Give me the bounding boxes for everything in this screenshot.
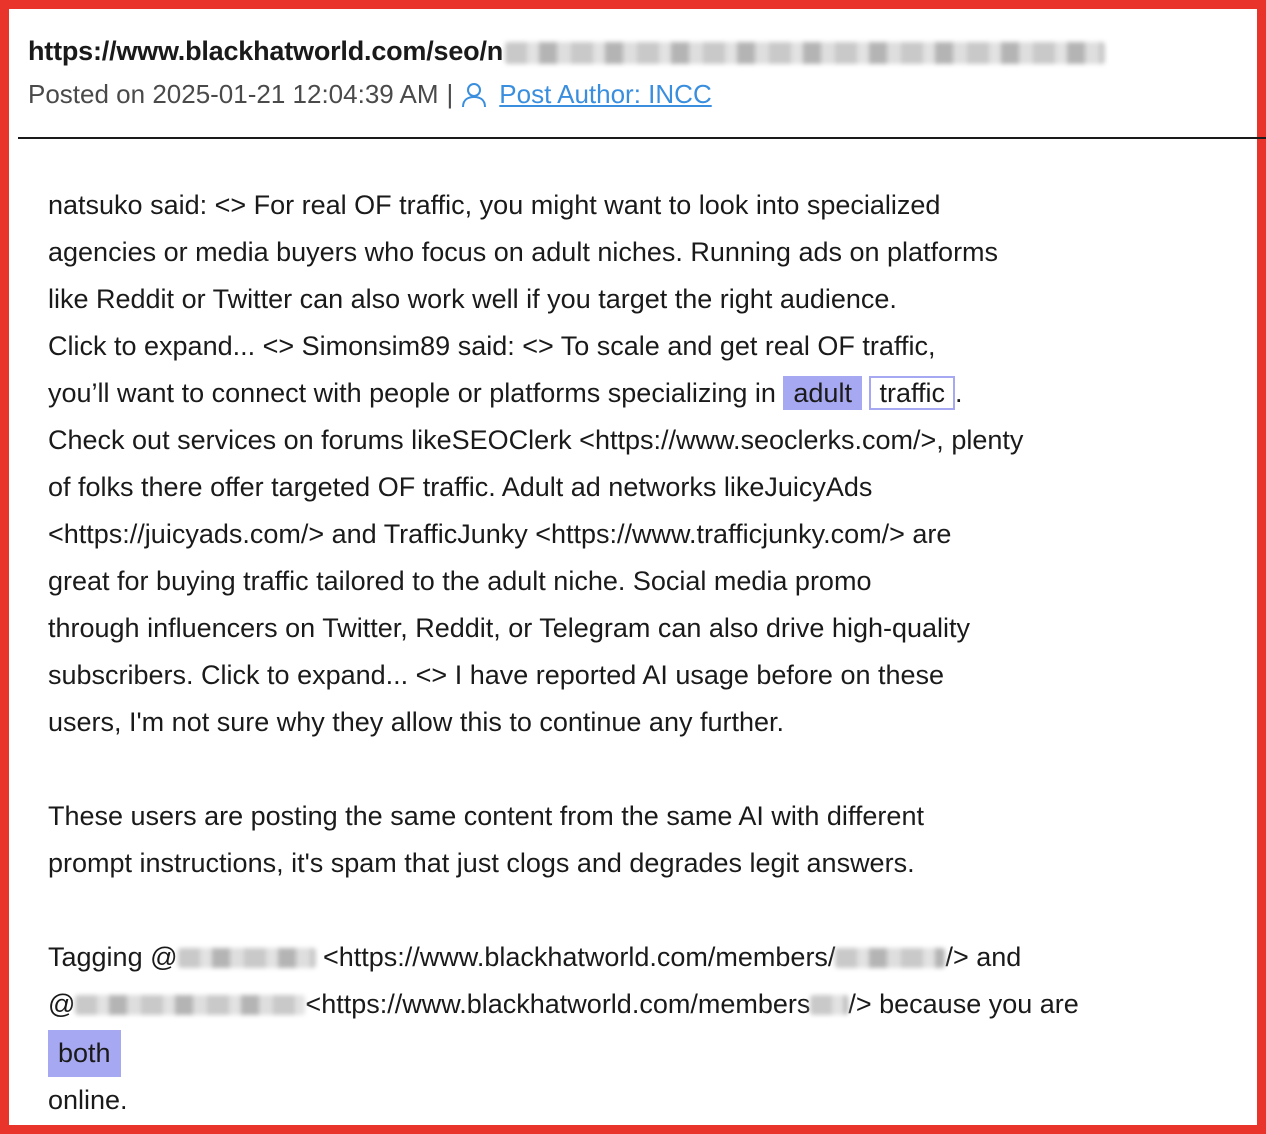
post-line: <https://juicyads.com/> and TrafficJunky… <box>48 519 952 549</box>
post-line: online. <box>48 1085 128 1115</box>
post-line: prompt instructions, it's spam that just… <box>48 848 915 878</box>
meta-separator: | <box>446 79 454 109</box>
post-line: both <box>48 1028 1228 1077</box>
post-line-text: /> because you are <box>848 989 1079 1019</box>
post-line: @ <https://www.blackhatworld.com/members /… <box>48 981 1228 1028</box>
post-line: users, I'm not sure why they allow this … <box>48 707 785 737</box>
post-line: great for buying traffic tailored to the… <box>48 566 872 596</box>
post-line: These users are posting the same content… <box>48 801 924 831</box>
post-line: like Reddit or Twitter can also work wel… <box>48 284 897 314</box>
post-line: natsuko said: <> For real OF traffic, yo… <box>48 190 941 220</box>
redacted-username-blur <box>177 948 316 968</box>
redacted-username-blur <box>75 995 306 1015</box>
user-icon <box>461 82 487 108</box>
post-url[interactable]: https://www.blackhatworld.com/seo/n <box>28 36 1106 67</box>
highlight-both: both <box>48 1030 121 1077</box>
post-line-text: @ <box>48 989 76 1019</box>
redacted-member-id-blur <box>835 948 946 968</box>
post-line-text: . <box>955 378 963 408</box>
post-line-text: <https://www.blackhatworld.com/members/ <box>315 942 836 972</box>
post-body: natsuko said: <> For real OF traffic, yo… <box>48 182 1228 1124</box>
post-line: through influencers on Twitter, Reddit, … <box>48 613 971 643</box>
post-line: agencies or media buyers who focus on ad… <box>48 237 999 267</box>
post-line: you’ll want to connect with people or pl… <box>48 370 1228 417</box>
highlight-traffic: traffic <box>869 376 955 410</box>
highlight-adult: adult <box>783 376 862 410</box>
post-url-text[interactable]: https://www.blackhatworld.com/seo/n <box>28 36 503 67</box>
post-line-text: <https://www.blackhatworld.com/members <box>305 989 811 1019</box>
post-line-text: you’ll want to connect with people or pl… <box>48 378 784 408</box>
post-line-text: Tagging @ <box>48 942 178 972</box>
redacted-member-id-blur <box>810 995 849 1015</box>
post-line: Tagging @ <https://www.blackhatworld.com… <box>48 934 1228 981</box>
posted-date: Posted on 2025-01-21 12:04:39 AM <box>28 79 439 109</box>
post-header: https://www.blackhatworld.com/seo/n Post… <box>18 18 1266 139</box>
post-line-text: /> and <box>945 942 1022 972</box>
post-line: of folks there offer targeted OF traffic… <box>48 472 873 502</box>
post-meta: Posted on 2025-01-21 12:04:39 AM | Post … <box>28 79 712 110</box>
post-line: subscribers. Click to expand... <> I hav… <box>48 660 945 690</box>
post-line: Check out services on forums likeSEOCler… <box>48 425 1024 455</box>
redacted-url-blur <box>505 41 1106 64</box>
screenshot-frame: https://www.blackhatworld.com/seo/n Post… <box>0 0 1266 1134</box>
post-author-link[interactable]: Post Author: INCC <box>499 79 711 110</box>
post-line: Click to expand... <> Simonsim89 said: <… <box>48 331 936 361</box>
